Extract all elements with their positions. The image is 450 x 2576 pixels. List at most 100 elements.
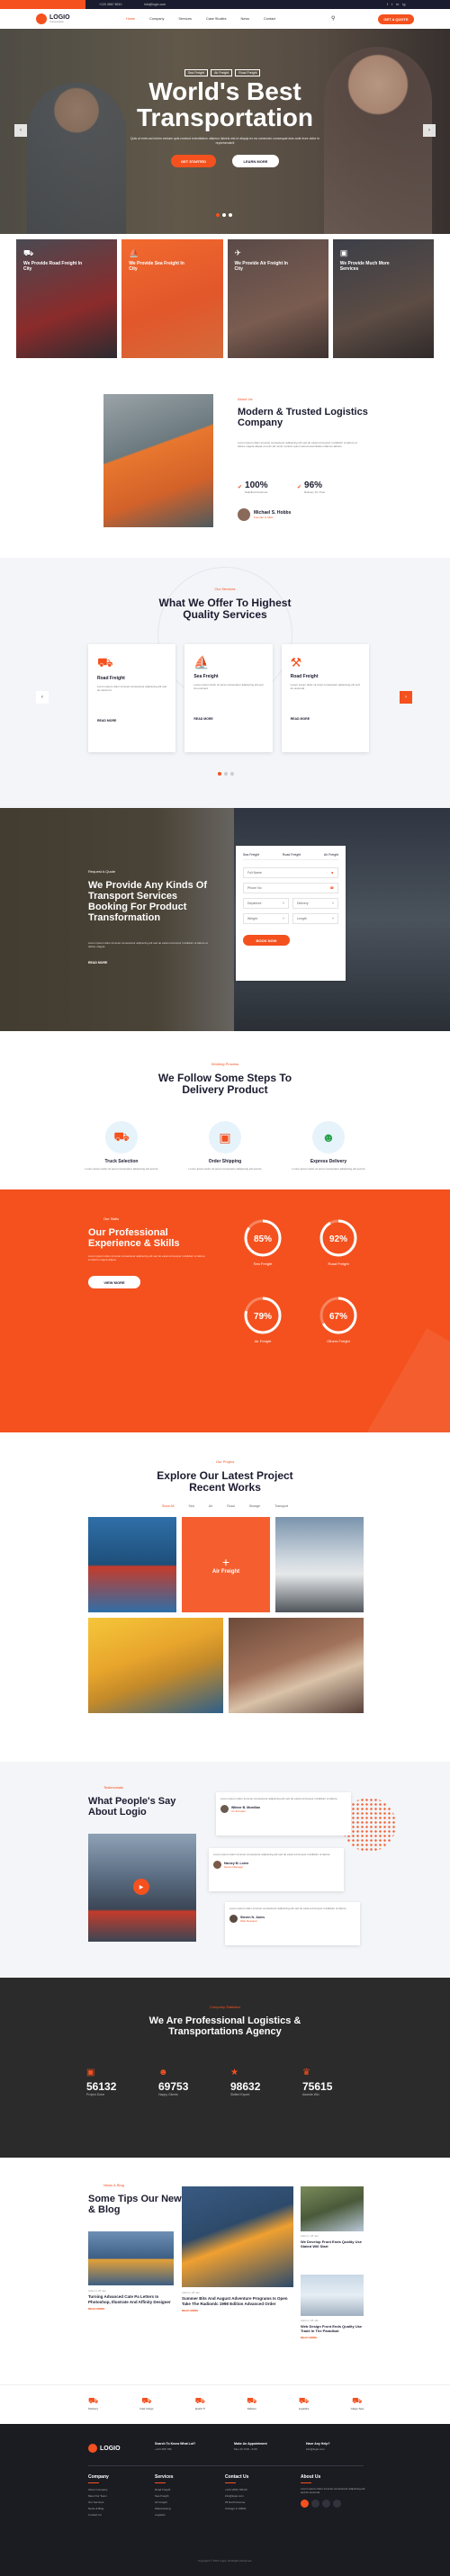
facebook-icon[interactable]: f xyxy=(387,2,388,6)
top-bar: +123 4567 8910 info@logio.com f t in ig xyxy=(0,0,450,9)
weight-select[interactable]: Weight ˅ xyxy=(243,913,289,924)
blog-post-link[interactable]: READ MORE xyxy=(88,2307,174,2311)
service-card-link[interactable]: READ MORE xyxy=(97,719,166,723)
search-icon[interactable]: ⚲ xyxy=(331,15,335,22)
footer-link[interactable]: Road Freight xyxy=(155,2487,218,2493)
linkedin-icon[interactable] xyxy=(322,2500,330,2508)
feature-card-air[interactable]: ✈ We Provide Air Freight In City xyxy=(227,239,328,358)
footer-link[interactable]: Meet Our Team xyxy=(88,2493,151,2500)
hero-dot-1[interactable] xyxy=(216,213,220,217)
full-name-field[interactable]: Full Name ☻ xyxy=(243,867,338,878)
hero-tab-road[interactable]: Road Freight xyxy=(235,69,261,76)
facebook-icon[interactable] xyxy=(301,2500,309,2508)
partner-logo[interactable]: ⛟ Quick Tr xyxy=(195,2396,205,2410)
service-card-link[interactable]: READ MORE xyxy=(194,717,263,721)
filter-show-all[interactable]: Show All xyxy=(162,1504,174,1508)
blog-post[interactable]: Admin | 25 Jan We Develop Front Ends Qua… xyxy=(301,2186,364,2248)
nav-item-case-studies[interactable]: Case Studies xyxy=(206,17,227,21)
blog-tag: News & Blog xyxy=(104,2183,124,2187)
partner-logo[interactable]: ⛟ Fast Cargo xyxy=(140,2396,154,2410)
nav-item-services[interactable]: Services xyxy=(178,17,192,21)
twitter-icon[interactable] xyxy=(311,2500,320,2508)
blog-post-title[interactable]: Summer Bits And August Adventure Program… xyxy=(182,2296,293,2306)
hero-prev-arrow[interactable]: ‹ xyxy=(14,124,27,137)
partner-name: Fast Cargo xyxy=(140,2407,154,2410)
service-card[interactable]: ⚒ Road Freight Lorem ipsum dolor sit ame… xyxy=(281,644,369,752)
hero-tab-air[interactable]: Air Freight xyxy=(211,69,233,76)
footer-link[interactable]: Our Services xyxy=(88,2500,151,2506)
service-card[interactable]: ⛟ Road Freight Lorem ipsum dolor sit ame… xyxy=(88,644,176,752)
length-select[interactable]: Length ˅ xyxy=(292,913,338,924)
project-storage[interactable] xyxy=(88,1618,223,1713)
footer-link[interactable]: News & Blog xyxy=(88,2506,151,2512)
plus-icon[interactable]: + xyxy=(222,1555,230,1569)
services-next-arrow[interactable]: › xyxy=(400,691,412,704)
form-tab-road[interactable]: Road Freight xyxy=(283,853,301,857)
blog-post-title[interactable]: Turning Advanced Cate Pa Letters In Phot… xyxy=(88,2294,174,2304)
hero-get-started-button[interactable]: GET STARTED xyxy=(171,155,216,167)
instagram-icon[interactable] xyxy=(333,2500,341,2508)
phone-text[interactable]: +123 4567 8910 xyxy=(99,3,122,6)
footer-link[interactable]: Air Freight xyxy=(155,2500,218,2506)
testimonials-play-button[interactable]: ▶ xyxy=(133,1879,149,1895)
hero-next-arrow[interactable]: › xyxy=(423,124,436,137)
filter-air[interactable]: Air xyxy=(209,1504,212,1508)
book-now-button[interactable]: BOOK NOW xyxy=(243,935,290,946)
form-tab-sea[interactable]: Sea Freight xyxy=(243,853,259,857)
nav-item-news[interactable]: News xyxy=(241,17,250,21)
footer-logo[interactable]: LOGIO xyxy=(88,2444,121,2453)
slider-dot[interactable] xyxy=(224,772,228,776)
blog-post-title[interactable]: Web Design Front Ends Quality Use Trade … xyxy=(301,2324,364,2333)
blog-post-title[interactable]: We Develop Front Ends Quality Use Stated… xyxy=(301,2239,364,2248)
project-transport[interactable] xyxy=(229,1618,364,1713)
nav-item-contact[interactable]: Contact xyxy=(264,17,275,21)
footer-link[interactable]: Contact Us xyxy=(88,2512,151,2518)
filter-sea[interactable]: Sea xyxy=(189,1504,194,1508)
filter-storage[interactable]: Storage xyxy=(249,1504,260,1508)
hero-dot-2[interactable] xyxy=(222,213,226,217)
partner-logo[interactable]: ⛟ Logistics xyxy=(299,2396,310,2410)
delivery-select[interactable]: Delivery ˅ xyxy=(292,898,338,909)
nav-item-home[interactable]: Home xyxy=(126,17,135,21)
service-card[interactable]: ⛵ Sea Freight Lorem ipsum dolor sit amet… xyxy=(184,644,273,752)
blog-post-link[interactable]: READ MORE xyxy=(301,2336,364,2339)
get-quote-button[interactable]: GET A QUOTE xyxy=(378,14,414,24)
project-air[interactable]: + Air Freight xyxy=(182,1517,270,1612)
hero-learn-more-button[interactable]: LEARN MORE xyxy=(232,155,279,167)
footer-link[interactable]: About Company xyxy=(88,2487,151,2493)
footer-link[interactable]: Sea Freight xyxy=(155,2493,218,2500)
blog-post[interactable]: Admin | 25 Jan Turning Advanced Cate Pa … xyxy=(88,2231,174,2311)
instagram-icon[interactable]: ig xyxy=(402,2,405,6)
departure-select[interactable]: Departure ˅ xyxy=(243,898,289,909)
partner-logo[interactable]: ⛟ Fabeco xyxy=(247,2396,256,2410)
filter-transport[interactable]: Transport xyxy=(274,1504,288,1508)
logo[interactable]: LOGIO Transportation xyxy=(36,13,70,24)
hero-tab-sea[interactable]: Sea Freight xyxy=(184,69,209,76)
project-road[interactable] xyxy=(275,1517,364,1612)
footer-link[interactable]: Warehousing xyxy=(155,2506,218,2512)
nav-item-company[interactable]: Company xyxy=(149,17,164,21)
feature-card-more[interactable]: ▣ We Provide Much More Services xyxy=(332,239,434,358)
slider-dot[interactable] xyxy=(230,772,234,776)
hero-dot-3[interactable] xyxy=(229,213,232,217)
footer-link[interactable]: Logistics xyxy=(155,2512,218,2518)
footer-contact-line[interactable]: info@logio.com xyxy=(225,2493,288,2500)
feature-card-sea[interactable]: ⛵ We Provide Sea Freight In City xyxy=(122,239,223,358)
project-sea[interactable] xyxy=(88,1517,176,1612)
partner-logo[interactable]: ⛟ Cargo Sea xyxy=(351,2396,364,2410)
blog-post[interactable]: Admin | 25 Jan Web Design Front Ends Qua… xyxy=(301,2275,364,2339)
blog-post-link[interactable]: READ MORE xyxy=(182,2309,293,2312)
partner-logo[interactable]: ⛟ Delivery xyxy=(88,2396,98,2410)
booking-read-more[interactable]: READ MORE xyxy=(88,961,107,965)
services-prev-arrow[interactable]: ‹ xyxy=(36,691,49,704)
blog-post-featured[interactable]: Admin | 25 Jan Summer Bits And August Ad… xyxy=(182,2186,293,2312)
filter-road[interactable]: Road xyxy=(227,1504,234,1508)
email-text[interactable]: info@logio.com xyxy=(144,3,166,6)
skills-view-more-button[interactable]: VIEW MORE xyxy=(88,1276,140,1288)
form-tab-air[interactable]: Air Freight xyxy=(324,853,338,857)
phone-field[interactable]: Phone No ☎ xyxy=(243,883,338,893)
linkedin-icon[interactable]: in xyxy=(396,2,399,6)
slider-dot[interactable] xyxy=(218,772,221,776)
service-card-link[interactable]: READ MORE xyxy=(291,717,360,721)
feature-card-road[interactable]: ⛟ We Provide Road Freight In City xyxy=(16,239,118,358)
